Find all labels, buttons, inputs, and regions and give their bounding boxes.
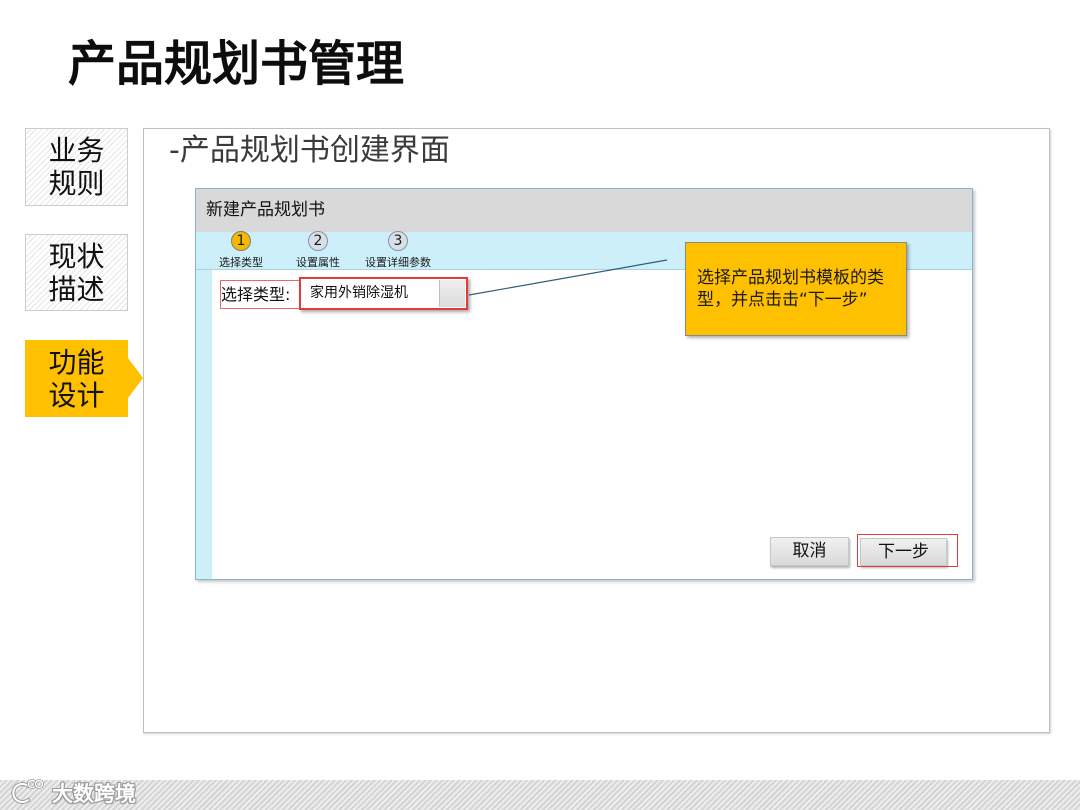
step-label: 设置详细参数	[365, 256, 431, 269]
type-select-value: 家用外销除湿机	[310, 285, 408, 301]
step-number-badge: 2	[308, 231, 328, 251]
dialog-title: 新建产品规划书	[206, 200, 325, 220]
dialog-side-strip	[196, 270, 212, 579]
step-number-badge: 3	[388, 231, 408, 251]
cancel-button[interactable]: 取消	[770, 537, 849, 566]
brand-logo-icon	[11, 779, 44, 804]
wizard-step-set-parameters: 3 设置详细参数	[353, 231, 443, 270]
nav-item-label: 业务规则	[48, 134, 105, 200]
nav-item-label: 功能设计	[48, 345, 105, 412]
nav-active-arrow-icon	[128, 358, 143, 398]
footer-band: 大数跨境	[0, 779, 1080, 810]
content-panel: -产品规划书创建界面 新建产品规划书 1 选择类型 2 设置属性 3 设置详细参…	[143, 128, 1050, 733]
slide: 产品规划书管理 业务规则 现状描述 功能设计 -产品规划书创建界面 新建产品规划…	[0, 0, 1080, 810]
page-title: 产品规划书管理	[68, 36, 405, 92]
nav-item-function-design[interactable]: 功能设计	[25, 340, 128, 417]
dropdown-button[interactable]	[439, 280, 465, 307]
brand-logo-text: 大数跨境	[52, 782, 136, 806]
step-label: 设置属性	[296, 256, 340, 269]
type-field-label: 选择类型:	[220, 280, 300, 309]
panel-heading: -产品规划书创建界面	[169, 133, 450, 168]
step-number-badge: 1	[231, 231, 251, 251]
wizard-step-set-attributes: 2 设置属性	[273, 231, 363, 270]
nav-item-current-state[interactable]: 现状描述	[25, 234, 128, 311]
nav-item-label: 现状描述	[48, 239, 105, 306]
instruction-callout: 选择产品规划书模板的类型，并点击击“下一步”	[685, 242, 907, 336]
type-select[interactable]: 家用外销除湿机	[299, 277, 468, 310]
callout-text: 选择产品规划书模板的类型，并点击击“下一步”	[697, 268, 884, 310]
nav-item-business-rules[interactable]: 业务规则	[25, 128, 128, 206]
dialog-titlebar: 新建产品规划书	[196, 189, 972, 232]
next-step-button[interactable]: 下一步	[860, 538, 947, 566]
